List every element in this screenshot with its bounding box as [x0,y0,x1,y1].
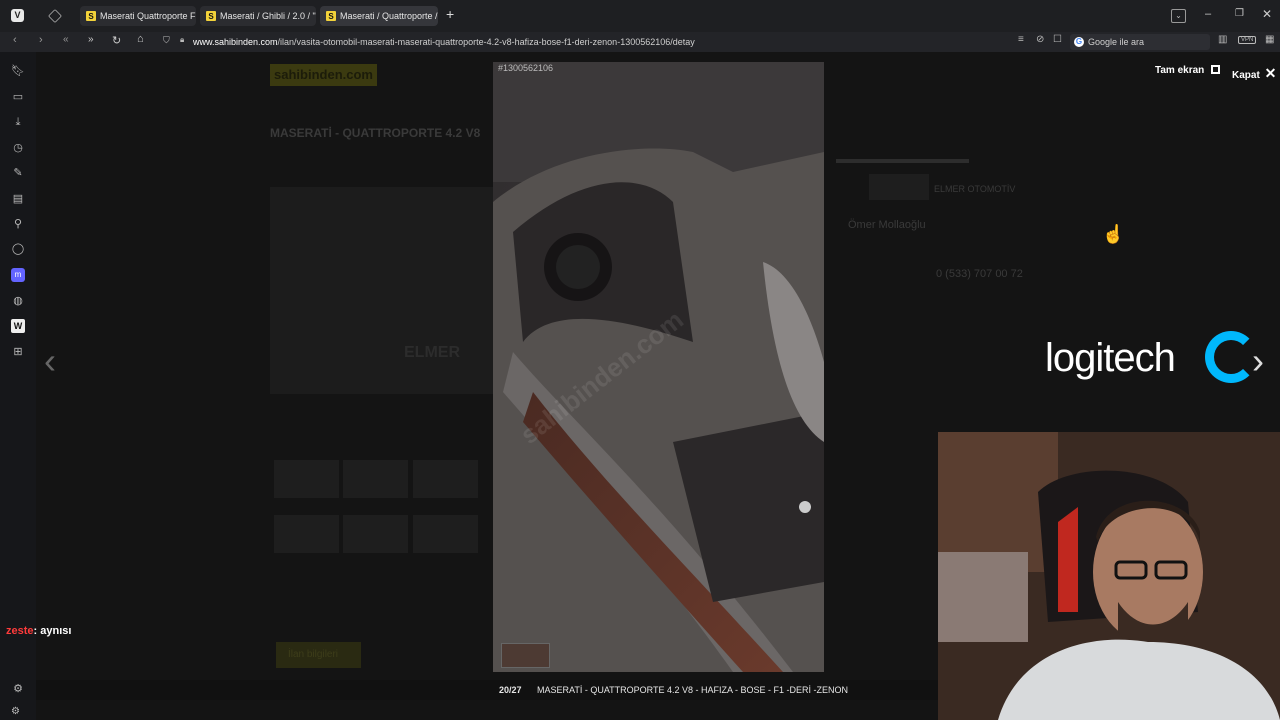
globe-icon[interactable]: ◍ [11,294,25,308]
reload-icon[interactable]: ↻ [112,34,121,47]
logitech-wordmark: logitech [1045,336,1176,380]
google-icon: G [1074,37,1084,47]
fullscreen-icon [1211,65,1221,74]
search-field[interactable]: G Google ile ara [1070,34,1210,50]
chat-icon[interactable]: ◯ [11,242,25,256]
thumb [274,515,339,553]
settings-gear-icon[interactable]: ⚙ [11,682,25,696]
tab-bar: V S Maserati Quattroporte Fiya S Maserat… [0,0,1280,32]
vivaldi-menu-icon[interactable]: V [11,9,24,22]
logitech-logo: logitech [1045,336,1176,381]
thumb [413,515,478,553]
fullscreen-button[interactable]: Tam ekran [1155,65,1221,76]
status-bar-icons: ⚙ ◫ ☁ [0,704,70,720]
photo-counter: 20/27 [499,685,522,695]
settings-icon[interactable]: ⚙ [11,706,20,717]
url-field[interactable]: www.sahibinden.com/ilan/vasita-otomobil-… [193,34,1043,50]
listing-title: MASERATİ - QUATTROPORTE 4.2 V8 [270,126,481,140]
fullscreen-label: Tam ekran [1155,65,1205,76]
restore-button[interactable]: ❐ [1235,8,1244,19]
url-path: /ilan/vasita-otomobil-maserati-maserati-… [277,37,695,47]
tab-2[interactable]: S Maserati / Ghibli / 2.0 / "O [200,6,316,26]
main-photo-watermark: ELMER [404,344,460,361]
tab-label: Maserati Quattroporte Fiya [100,11,196,21]
sahibinden-favicon-icon: S [86,11,96,21]
next-photo-arrow[interactable]: › [1252,340,1264,382]
minimize-button[interactable]: – [1205,8,1211,20]
caption-thumbnail [501,643,550,668]
tab-stack-icon[interactable] [48,9,62,23]
fast-forward-icon[interactable]: » [88,34,94,45]
main-photo [270,187,493,394]
back-icon[interactable]: ‹ [13,34,17,46]
webcam-feed [938,432,1280,720]
bookmark-icon[interactable]: ☐ [1053,34,1062,45]
tab-label: Maserati / Quattroporte / 4 [340,11,438,21]
rewind-icon[interactable]: « [63,34,69,45]
thumb [343,460,408,498]
contact-phone: 0 (533) 707 00 72 [936,268,1023,280]
listing-info-tab-label: İlan bilgileri [288,649,339,660]
photo-caption-bar: 20/27 MASERATİ - QUATTROPORTE 4.2 V8 - H… [36,680,938,700]
gallery-photo[interactable]: sahibinden.com [493,62,824,672]
sahibinden-favicon-icon: S [206,11,216,21]
dealer-banner [869,174,929,200]
photo-caption: MASERATİ - QUATTROPORTE 4.2 V8 - HAFIZA … [537,685,849,695]
vpn-icon[interactable]: VPN [1238,36,1257,44]
forward-icon[interactable]: › [39,34,43,46]
reader-view-icon[interactable]: ≡ [1018,34,1024,45]
add-panel-icon[interactable]: ⊞ [11,345,25,359]
car-interior-photo [493,62,824,672]
chat-username: zeste [6,625,34,637]
home-icon[interactable]: ⌂ [137,33,144,45]
streamer-webcam [938,432,1280,720]
thumb [274,460,339,498]
bookmarks-icon[interactable]: 🔖︎ [11,64,25,78]
site-logo: sahibinden.com [270,64,377,86]
mastodon-icon[interactable]: m [11,268,25,282]
translate-icon[interactable]: ⚲ [11,217,25,231]
window-panel-icon[interactable]: ▤ [11,192,25,206]
chat-text: : aynısı [33,625,72,637]
stream-chat-message: zeste: aynısı [6,625,71,637]
dealer-name: ELMER OTOMOTİV [934,184,1016,194]
close-label: Kapat [1232,70,1260,81]
tab-3-active[interactable]: S Maserati / Quattroporte / 4 [320,6,438,26]
tab-label: Maserati / Ghibli / 2.0 / "O [220,11,316,21]
listing-id: #1300562106 [498,63,554,73]
lock-icon: 🔒︎ [180,35,185,44]
block-icon[interactable]: ⊘ [1036,34,1044,45]
reading-list-icon[interactable]: ▭ [11,90,25,104]
url-host: www.sahibinden.com [193,37,278,47]
shield-icon[interactable]: ⛉ [163,35,170,46]
tab-1[interactable]: S Maserati Quattroporte Fiya [80,6,196,26]
extensions-icon[interactable]: ▥ [1218,34,1227,45]
wikipedia-icon[interactable]: W [11,319,25,333]
notes-icon[interactable]: ✎ [11,166,25,180]
panel-icon[interactable]: ▦ [1265,34,1274,45]
contact-name: Ömer Mollaoğlu [848,219,926,231]
sahibinden-favicon-icon: S [326,11,336,21]
downloads-icon[interactable]: ⤓ [11,115,25,129]
close-lightbox-button[interactable]: Kapat ✕ [1232,65,1276,82]
thumb [343,515,408,553]
logitech-g-icon [1205,331,1257,383]
tab-list-dropdown-icon[interactable]: ⌄ [1171,9,1186,23]
address-bar: ‹ › « » ↻ ⌂ ⛉ 🔒︎ www.sahibinden.com/ilan… [0,32,1280,52]
close-window-button[interactable]: ✕ [1262,7,1272,21]
vivaldi-side-panel: 🔖︎ ▭ ⤓ ◷ ✎ ▤ ⚲ ◯ m ◍ W ⊞ ⚙ [0,52,36,720]
history-icon[interactable]: ◷ [11,141,25,155]
thumb [413,460,478,498]
new-tab-button[interactable]: + [446,6,454,22]
close-icon: ✕ [1264,65,1277,81]
search-placeholder: Google ile ara [1088,37,1145,47]
mouse-cursor-icon: ☝ [1102,224,1125,244]
previous-photo-arrow[interactable]: ‹ [44,340,56,382]
progress-line [836,159,969,163]
